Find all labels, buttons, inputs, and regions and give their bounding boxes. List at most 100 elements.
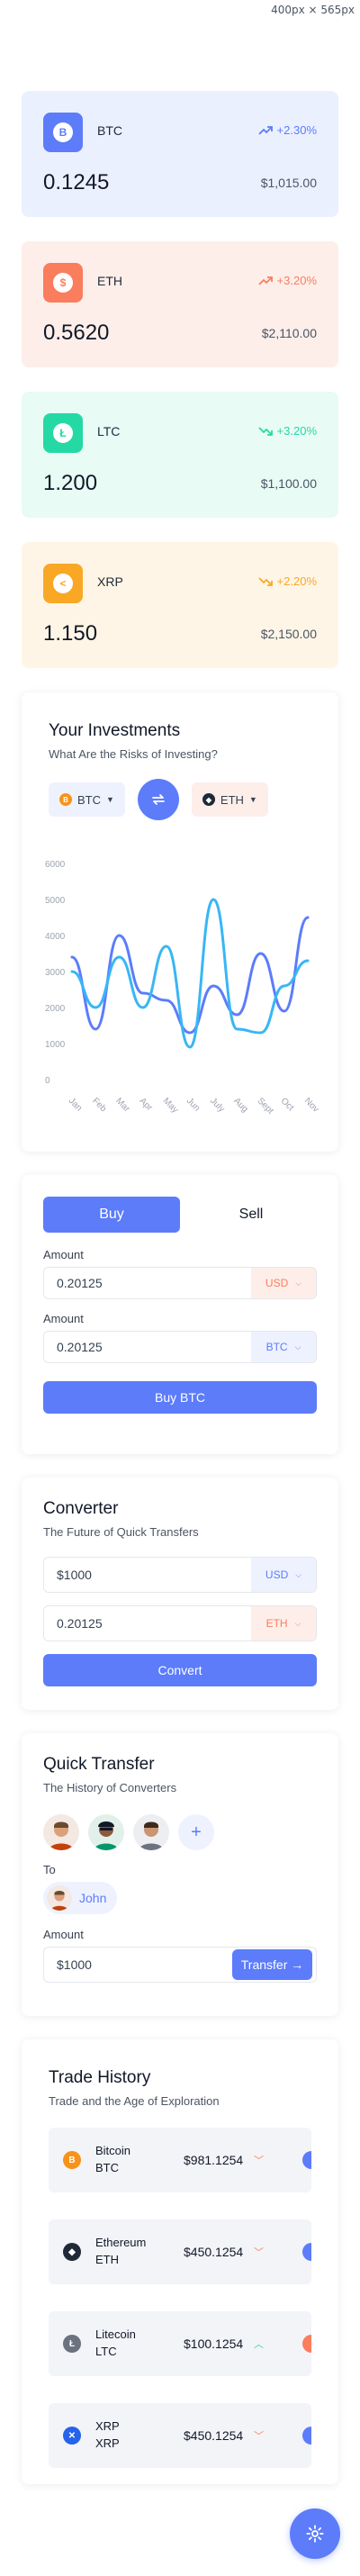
transfer-amount-input[interactable]: [44, 1957, 232, 1972]
ltc-icon: Ł: [43, 413, 83, 453]
eth-icon: ◆: [63, 2243, 81, 2261]
transfer-button[interactable]: Transfer →: [232, 1949, 312, 1980]
chevron-down-icon: ⌵: [295, 1278, 302, 1288]
currency-select-usd[interactable]: USD ⌵: [251, 1558, 316, 1592]
investments-subtitle: What Are the Risks of Investing?: [49, 747, 218, 761]
gear-icon: [306, 2525, 324, 2543]
coin-name: XRP: [95, 2419, 120, 2433]
coin-card-ltc[interactable]: Ł LTC +3.20% 1.200 $1,100.00: [22, 392, 338, 518]
chevron-down-icon: ⌵: [294, 1618, 302, 1628]
amount-input[interactable]: [44, 1268, 251, 1298]
y-tick-label: 3000: [45, 968, 66, 978]
from-coin-select[interactable]: B BTC ▼: [49, 782, 125, 817]
tab-buy[interactable]: Buy: [43, 1197, 180, 1233]
btc-icon: B: [43, 113, 83, 152]
x-tick-label: Nov: [302, 1096, 320, 1114]
y-tick-label: 5000: [45, 896, 66, 906]
converter-input[interactable]: [44, 1558, 251, 1592]
person-icon: [50, 1890, 68, 1911]
trade-history-row[interactable]: Ł Litecoin LTC $100.1254 ︿: [49, 2311, 311, 2376]
y-tick-label: 2000: [45, 1004, 66, 1014]
amount-input[interactable]: [44, 1332, 251, 1362]
trade-history-list: B Bitcoin BTC $981.1254 ﹀ ◆ Ethereum ETH $450.12…: [49, 2128, 311, 2468]
coin-symbol: ETH: [97, 274, 122, 288]
x-tick-label: May: [161, 1096, 180, 1115]
coin-price: $100.1254: [184, 2336, 244, 2351]
swap-button[interactable]: [137, 779, 179, 820]
coin-card-btc[interactable]: B BTC +2.30% 0.1245 $1,015.00: [22, 91, 338, 217]
coin-name: Ethereum: [95, 2236, 147, 2249]
recipient-name: John: [79, 1891, 107, 1905]
eth-icon: $: [43, 263, 83, 303]
coin-symbol: LTC: [97, 424, 121, 438]
coin-change: +2.20%: [257, 574, 317, 588]
add-contact-button[interactable]: +: [178, 1814, 214, 1850]
btc-icon: B: [63, 2151, 81, 2169]
coin-price: $450.1254: [184, 2245, 244, 2259]
x-tick-label: Mar: [113, 1096, 131, 1114]
coin-price: $450.1254: [184, 2428, 244, 2443]
recipient-chip[interactable]: John: [43, 1882, 118, 1914]
coin-symbol: XRP: [97, 574, 123, 589]
coin-usd-value: $2,150.00: [260, 627, 317, 641]
amount-label: Amount: [43, 1312, 84, 1325]
coin-symbol: XRP: [95, 2436, 120, 2450]
coin-card-xrp[interactable]: < XRP +2.20% 1.150 $2,150.00: [22, 542, 338, 668]
tab-sell[interactable]: Sell: [185, 1197, 317, 1233]
converter-input[interactable]: [44, 1606, 251, 1641]
currency-select-eth[interactable]: ETH ⌵: [251, 1606, 316, 1641]
chevron-down-icon: ▼: [106, 795, 114, 804]
contact-avatar[interactable]: [88, 1814, 124, 1850]
coin-amount: 0.5620: [43, 321, 110, 345]
buy-btc-button[interactable]: Buy BTC: [43, 1381, 317, 1414]
currency-select-usd[interactable]: USD ⌵: [251, 1268, 316, 1298]
x-tick-label: Jun: [184, 1096, 202, 1113]
chevron-down-icon: ⌵: [294, 1342, 302, 1351]
x-tick-label: Feb: [90, 1096, 108, 1114]
coin-amount: 1.150: [43, 621, 98, 646]
trend-down-icon: [257, 576, 273, 586]
currency-select-btc[interactable]: BTC ⌵: [251, 1332, 316, 1362]
coin-name: Litecoin: [95, 2327, 136, 2341]
amount-field-btc: BTC⌵: [43, 1331, 317, 1363]
chevron-down-icon: ﹀: [254, 2156, 264, 2166]
row-side-icon: [302, 2243, 311, 2261]
x-tick-label: Sept: [255, 1096, 274, 1116]
coin-symbol: LTC: [95, 2345, 117, 2358]
swap-icon: [152, 794, 165, 805]
coin-usd-value: $2,110.00: [261, 326, 317, 340]
settings-fab[interactable]: [290, 2508, 340, 2559]
eth-icon: ◆: [202, 793, 215, 806]
trade-history-subtitle: Trade and the Age of Exploration: [49, 2094, 220, 2108]
quick-transfer-title: Quick Transfer: [43, 1755, 155, 1774]
coin-card-eth[interactable]: $ ETH +3.20% 0.5620 $2,110.00: [22, 241, 338, 367]
coin-price: $981.1254: [184, 2153, 244, 2167]
dashboard: B BTC +2.30% 0.1245 $1,015.00 $ ETH +3.2…: [22, 91, 338, 2508]
quick-transfer-subtitle: The History of Converters: [43, 1781, 177, 1794]
row-side-icon: [302, 2151, 311, 2169]
chevron-down-icon: ▼: [248, 795, 257, 804]
x-tick-label: Aug: [231, 1096, 249, 1114]
convert-button[interactable]: Convert: [43, 1654, 317, 1686]
trade-history-panel: Trade History Trade and the Age of Explo…: [22, 2039, 338, 2484]
person-icon: [49, 1821, 74, 1850]
x-tick-label: July: [208, 1096, 226, 1114]
x-tick-label: Apr: [137, 1096, 154, 1113]
to-coin-select[interactable]: ◆ ETH ▼: [191, 782, 268, 817]
converter-field-usd: USD⌵: [43, 1557, 317, 1593]
recipient-avatar: [47, 1885, 72, 1911]
investments-title: Your Investments: [49, 721, 181, 740]
trade-history-row[interactable]: ◆ Ethereum ETH $450.1254 ﹀: [49, 2219, 311, 2284]
trade-history-row[interactable]: ✕ XRP XRP $450.1254 ﹀: [49, 2403, 311, 2468]
trade-history-row[interactable]: B Bitcoin BTC $981.1254 ﹀: [49, 2128, 311, 2192]
converter-title: Converter: [43, 1499, 119, 1518]
quick-transfer-panel: Quick Transfer The History of Converters…: [22, 1733, 338, 2016]
contact-avatar[interactable]: [133, 1814, 169, 1850]
y-tick-label: 4000: [45, 932, 66, 942]
contact-avatar[interactable]: [43, 1814, 79, 1850]
coin-change: +3.20%: [257, 424, 317, 438]
coin-change: +2.30%: [257, 123, 317, 137]
coin-change: +3.20%: [257, 274, 317, 287]
trend-down-icon: [257, 426, 273, 436]
xrp-icon: <: [43, 564, 83, 603]
